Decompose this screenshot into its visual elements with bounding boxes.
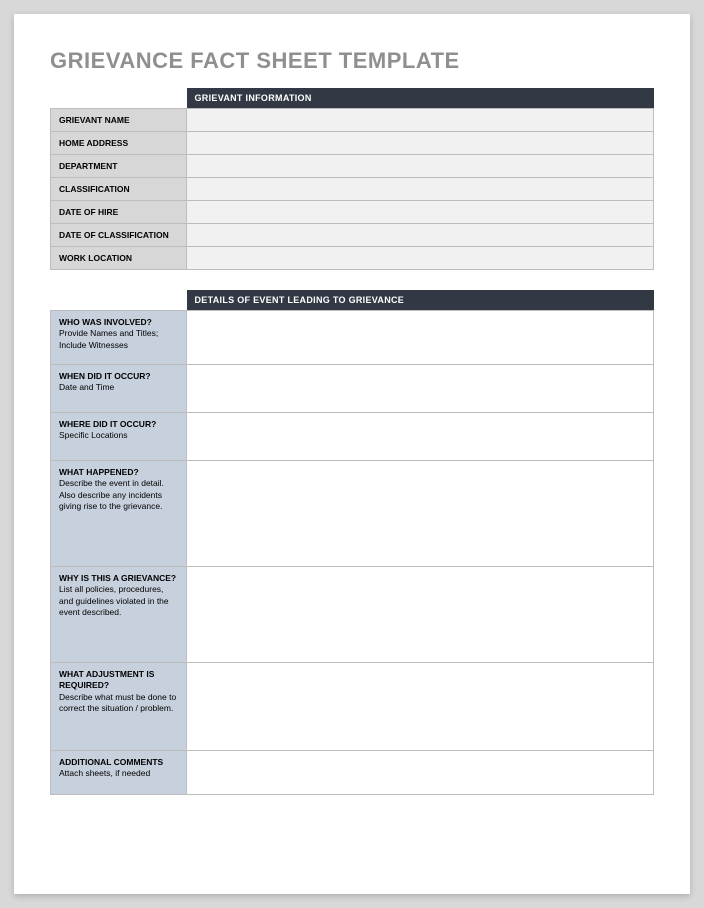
question-title: WHEN DID IT OCCUR? — [59, 371, 178, 382]
table-row: WHO WAS INVOLVED?Provide Names and Title… — [51, 311, 654, 365]
question-title: WHERE DID IT OCCUR? — [59, 419, 178, 430]
question-title: WHO WAS INVOLVED? — [59, 317, 178, 328]
question-subtitle: Describe the event in detail. Also descr… — [59, 478, 164, 511]
question-label: WHEN DID IT OCCUR?Date and Time — [51, 365, 187, 413]
field-value[interactable] — [187, 247, 654, 270]
question-subtitle: Describe what must be done to correct th… — [59, 692, 176, 713]
field-value[interactable] — [187, 155, 654, 178]
field-label: DEPARTMENT — [51, 155, 187, 178]
answer-field[interactable] — [187, 461, 654, 567]
document-page: GRIEVANCE FACT SHEET TEMPLATE GRIEVANT I… — [14, 14, 690, 894]
table-row: WHY IS THIS A GRIEVANCE?List all policie… — [51, 567, 654, 663]
question-label: WHY IS THIS A GRIEVANCE?List all policie… — [51, 567, 187, 663]
answer-field[interactable] — [187, 567, 654, 663]
question-label: WHO WAS INVOLVED?Provide Names and Title… — [51, 311, 187, 365]
question-subtitle: Specific Locations — [59, 430, 128, 440]
answer-field[interactable] — [187, 311, 654, 365]
table-row: DATE OF HIRE — [51, 201, 654, 224]
field-value[interactable] — [187, 201, 654, 224]
field-label: WORK LOCATION — [51, 247, 187, 270]
field-label: DATE OF CLASSIFICATION — [51, 224, 187, 247]
field-value[interactable] — [187, 132, 654, 155]
section-header-spacer — [51, 290, 187, 311]
answer-field[interactable] — [187, 751, 654, 795]
question-title: WHAT HAPPENED? — [59, 467, 178, 478]
page-title: GRIEVANCE FACT SHEET TEMPLATE — [50, 48, 654, 74]
field-label: HOME ADDRESS — [51, 132, 187, 155]
field-value[interactable] — [187, 224, 654, 247]
table-row: DATE OF CLASSIFICATION — [51, 224, 654, 247]
question-title: WHY IS THIS A GRIEVANCE? — [59, 573, 178, 584]
question-subtitle: List all policies, procedures, and guide… — [59, 584, 169, 617]
field-label: CLASSIFICATION — [51, 178, 187, 201]
question-label: WHAT ADJUSTMENT IS REQUIRED?Describe wha… — [51, 663, 187, 751]
table-row: HOME ADDRESS — [51, 132, 654, 155]
table-row: WORK LOCATION — [51, 247, 654, 270]
question-label: WHERE DID IT OCCUR?Specific Locations — [51, 413, 187, 461]
question-subtitle: Attach sheets, if needed — [59, 768, 150, 778]
table-row: WHEN DID IT OCCUR?Date and Time — [51, 365, 654, 413]
answer-field[interactable] — [187, 663, 654, 751]
section-header-row: GRIEVANT INFORMATION — [51, 88, 654, 109]
table-row: WHAT HAPPENED?Describe the event in deta… — [51, 461, 654, 567]
table-row: DEPARTMENT — [51, 155, 654, 178]
question-title: WHAT ADJUSTMENT IS REQUIRED? — [59, 669, 178, 692]
section2-header: DETAILS OF EVENT LEADING TO GRIEVANCE — [187, 290, 654, 311]
section-header-row: DETAILS OF EVENT LEADING TO GRIEVANCE — [51, 290, 654, 311]
table-row: WHAT ADJUSTMENT IS REQUIRED?Describe wha… — [51, 663, 654, 751]
table-row: ADDITIONAL COMMENTSAttach sheets, if nee… — [51, 751, 654, 795]
field-value[interactable] — [187, 178, 654, 201]
table-row: GRIEVANT NAME — [51, 109, 654, 132]
field-value[interactable] — [187, 109, 654, 132]
answer-field[interactable] — [187, 365, 654, 413]
section-header-spacer — [51, 88, 187, 109]
table-row: CLASSIFICATION — [51, 178, 654, 201]
table-row: WHERE DID IT OCCUR?Specific Locations — [51, 413, 654, 461]
question-subtitle: Date and Time — [59, 382, 114, 392]
question-label: WHAT HAPPENED?Describe the event in deta… — [51, 461, 187, 567]
question-label: ADDITIONAL COMMENTSAttach sheets, if nee… — [51, 751, 187, 795]
event-details-table: DETAILS OF EVENT LEADING TO GRIEVANCE WH… — [50, 290, 654, 795]
answer-field[interactable] — [187, 413, 654, 461]
question-subtitle: Provide Names and Titles; Include Witnes… — [59, 328, 158, 349]
grievant-info-table: GRIEVANT INFORMATION GRIEVANT NAMEHOME A… — [50, 88, 654, 270]
section1-header: GRIEVANT INFORMATION — [187, 88, 654, 109]
field-label: DATE OF HIRE — [51, 201, 187, 224]
field-label: GRIEVANT NAME — [51, 109, 187, 132]
question-title: ADDITIONAL COMMENTS — [59, 757, 178, 768]
